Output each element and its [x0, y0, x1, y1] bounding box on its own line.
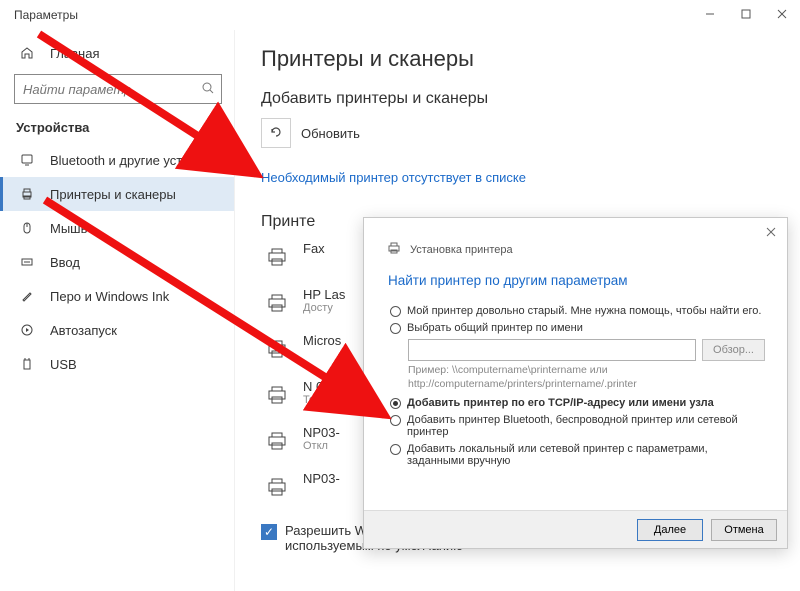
nav-bluetooth[interactable]: Bluetooth и другие устройства [0, 143, 234, 177]
nav-typing[interactable]: Ввод [0, 245, 234, 279]
example-text: Пример: \\computername\printername или h… [408, 363, 765, 391]
nav-pen[interactable]: Перо и Windows Ink [0, 279, 234, 313]
radio-local[interactable]: Добавить локальный или сетевой принтер с… [390, 443, 765, 467]
printer-name: Fax [303, 241, 325, 256]
next-button[interactable]: Далее [637, 519, 703, 541]
dialog-header-text: Установка принтера [410, 244, 513, 256]
checkbox-checked-icon[interactable]: ✓ [261, 524, 277, 540]
radio-bluetooth[interactable]: Добавить принтер Bluetooth, беспроводной… [390, 414, 765, 438]
nav-mouse[interactable]: Мышь [0, 211, 234, 245]
devices-icon [18, 153, 36, 167]
minimize-button[interactable] [692, 0, 728, 28]
sidebar: Главная Устройства Bluetooth и другие ус… [0, 30, 235, 591]
pen-icon [18, 289, 36, 303]
search-icon [201, 81, 215, 98]
shared-printer-input[interactable] [408, 339, 696, 361]
nav-label: Автозапуск [50, 323, 117, 338]
printer-status: Тоне [303, 394, 335, 406]
refresh-button[interactable] [261, 118, 291, 148]
add-printer-dialog: Установка принтера Найти принтер по друг… [363, 217, 788, 549]
add-section-title: Добавить принтеры и сканеры [261, 90, 800, 108]
mouse-icon [18, 221, 36, 235]
dialog-title: Найти принтер по другим параметрам [364, 265, 787, 300]
printer-icon [18, 187, 36, 201]
usb-icon [18, 357, 36, 371]
printer-icon [261, 287, 293, 319]
radio-label: Мой принтер довольно старый. Мне нужна п… [407, 305, 761, 317]
nav-label: Bluetooth и другие устройства [50, 153, 230, 168]
nav-home[interactable]: Главная [0, 36, 234, 70]
maximize-button[interactable] [728, 0, 764, 28]
printer-icon [261, 379, 293, 411]
nav-autoplay[interactable]: Автозапуск [0, 313, 234, 347]
printer-icon [386, 240, 402, 259]
nav-label: Мышь [50, 221, 87, 236]
radio-label: Добавить локальный или сетевой принтер с… [407, 443, 765, 467]
nav-usb[interactable]: USB [0, 347, 234, 381]
window-title: Параметры [14, 8, 78, 22]
printer-name: Micros [303, 333, 341, 348]
printer-status: Откл [303, 440, 340, 452]
sidebar-section-header: Устройства [0, 114, 234, 143]
radio-icon [390, 415, 401, 426]
nav-printers[interactable]: Принтеры и сканеры [0, 177, 234, 211]
dialog-header: Установка принтера [364, 218, 787, 265]
title-bar: Параметры [0, 0, 800, 30]
radio-label: Добавить принтер по его TCP/IP-адресу ил… [407, 397, 714, 409]
radio-label: Добавить принтер Bluetooth, беспроводной… [407, 414, 765, 438]
close-button[interactable] [764, 0, 800, 28]
nav-label: Ввод [50, 255, 80, 270]
radio-icon [390, 306, 401, 317]
nav-label: USB [50, 357, 77, 372]
printer-icon [261, 471, 293, 503]
keyboard-icon [18, 255, 36, 269]
missing-printer-link[interactable]: Необходимый принтер отсутствует в списке [261, 170, 800, 185]
printer-name: N 03- [303, 379, 335, 394]
home-icon [18, 46, 36, 60]
radio-checked-icon [390, 398, 401, 409]
nav-label: Принтеры и сканеры [50, 187, 176, 202]
search-input-wrap[interactable] [14, 74, 222, 104]
autoplay-icon [18, 323, 36, 337]
printer-name: NP03- [303, 425, 340, 440]
dialog-close-button[interactable] [761, 222, 781, 242]
nav-home-label: Главная [50, 46, 99, 61]
refresh-label: Обновить [301, 126, 360, 141]
browse-button[interactable]: Обзор... [702, 339, 765, 361]
page-title: Принтеры и сканеры [261, 46, 800, 72]
radio-icon [390, 323, 401, 334]
printer-name: NP03- [303, 471, 340, 486]
radio-old-printer[interactable]: Мой принтер довольно старый. Мне нужна п… [390, 305, 765, 317]
radio-tcpip[interactable]: Добавить принтер по его TCP/IP-адресу ил… [390, 397, 765, 409]
search-input[interactable] [23, 82, 201, 97]
radio-icon [390, 444, 401, 455]
printer-icon [261, 333, 293, 365]
printer-name: HP Las [303, 287, 345, 302]
radio-shared-printer[interactable]: Выбрать общий принтер по имени [390, 322, 765, 334]
refresh-icon [268, 124, 284, 143]
nav-label: Перо и Windows Ink [50, 289, 169, 304]
printer-icon [261, 425, 293, 457]
radio-label: Выбрать общий принтер по имени [407, 322, 583, 334]
cancel-button[interactable]: Отмена [711, 519, 777, 541]
printer-icon [261, 241, 293, 273]
printer-status: Досту [303, 302, 345, 314]
